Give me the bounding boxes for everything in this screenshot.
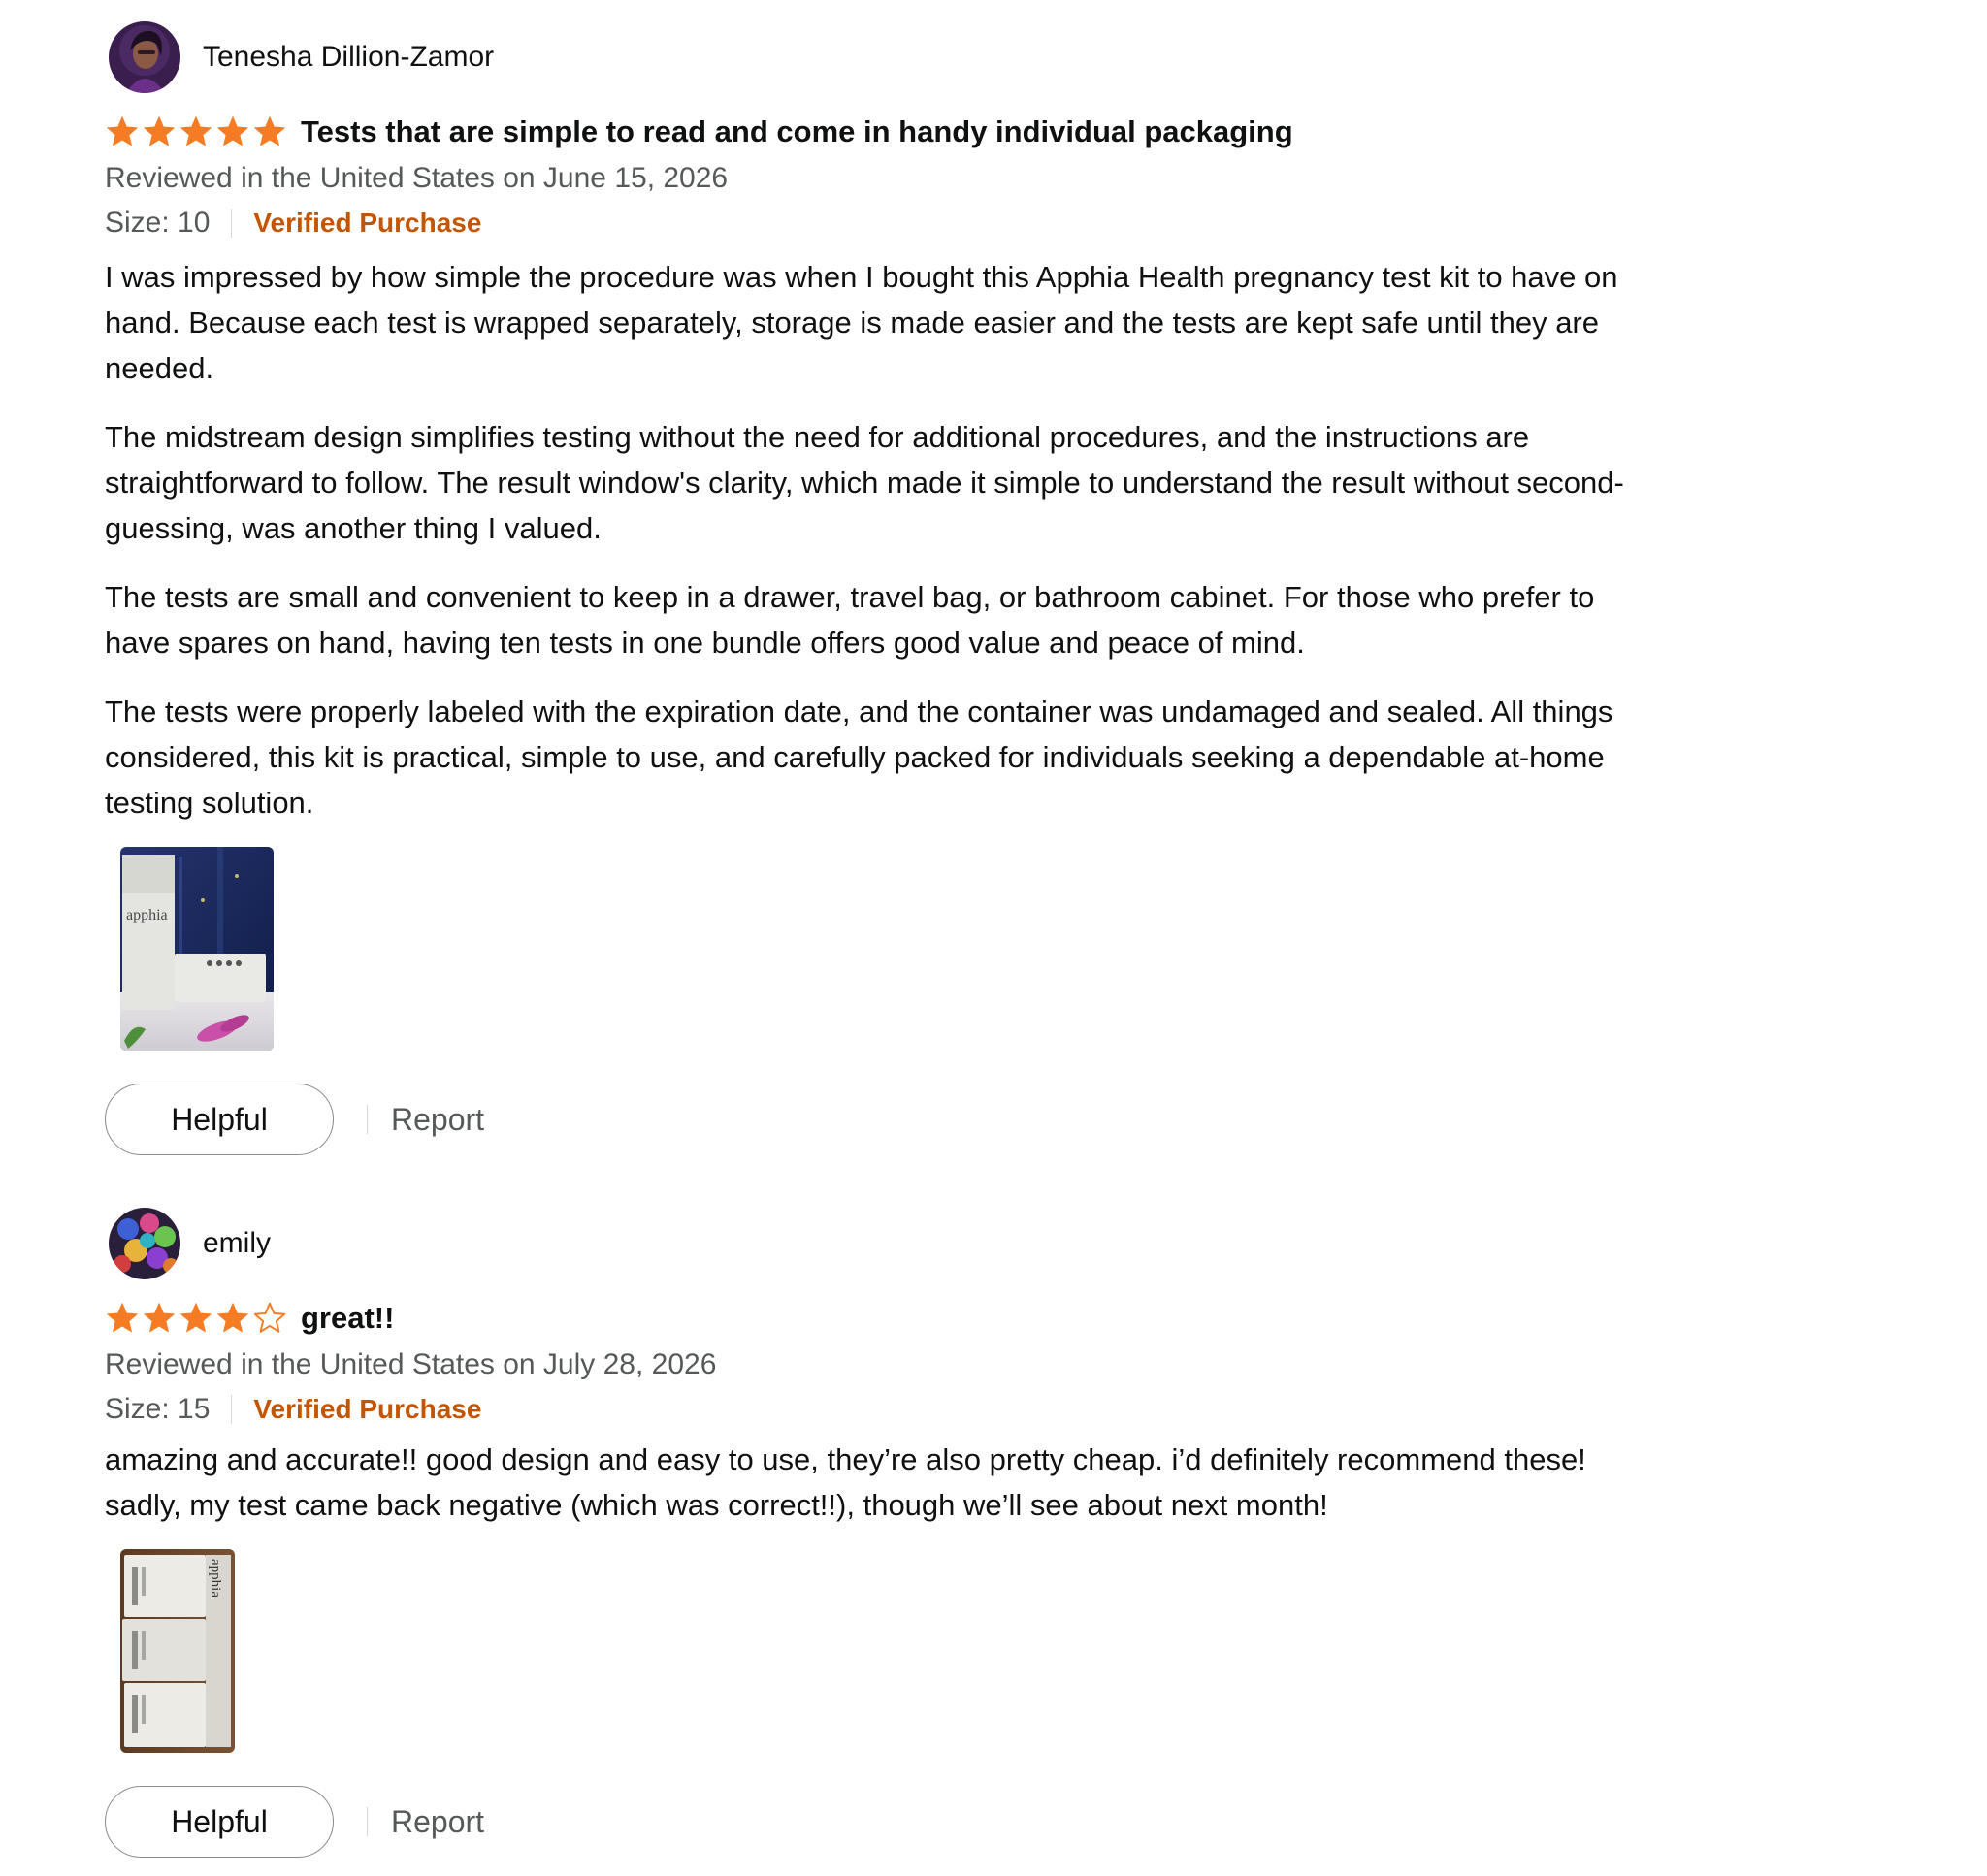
reviewer-profile[interactable]: Tenesha Dillion-Zamor [105,19,1696,95]
review-body-paragraph: I was impressed by how simple the proced… [105,260,1618,385]
reviewer-name[interactable]: emily [203,1227,271,1260]
report-link[interactable]: Report [391,1804,484,1840]
star-icon [252,114,287,149]
review-actions: Helpful Report [105,1084,1696,1155]
product-box-label: apphia [208,1559,223,1598]
review-title-row: Tests that are simple to read and come i… [105,111,1696,153]
star-icon [179,1301,213,1336]
star-icon [105,1301,140,1336]
helpful-button[interactable]: Helpful [105,1084,334,1155]
reviewer-profile[interactable]: emily [105,1206,1696,1281]
product-box-label: apphia [126,907,168,923]
review-title[interactable]: Tests that are simple to read and come i… [301,114,1293,149]
star-rating[interactable] [105,1301,287,1336]
size-label[interactable]: Size: 10 [105,207,210,240]
review-body-paragraph: The midstream design simplifies testing … [105,420,1624,545]
review-card: Tenesha Dillion-Zamor Tests that are sim… [105,19,1696,1155]
star-icon [142,114,177,149]
divider [367,1105,368,1134]
star-outline-icon [252,1301,287,1336]
review-actions: Helpful Report [105,1786,1696,1858]
helpful-button[interactable]: Helpful [105,1786,334,1858]
divider [367,1807,368,1836]
review-card: emily great!! Reviewed in the United Sta… [105,1206,1696,1858]
reviewer-name[interactable]: Tenesha Dillion-Zamor [203,41,494,74]
review-image-thumbnail[interactable]: apphia [120,847,274,1051]
star-icon [215,1301,250,1336]
star-icon [215,114,250,149]
verified-purchase-badge: Verified Purchase [253,208,482,238]
star-icon [142,1301,177,1336]
review-body-paragraph: The tests were properly labeled with the… [105,695,1613,820]
review-title-row: great!! [105,1297,1696,1340]
review-body-paragraph: The tests are small and convenient to ke… [105,580,1595,660]
review-meta: Size: 10 Verified Purchase [105,204,1696,243]
reviewer-avatar[interactable] [109,1208,180,1279]
star-icon [179,114,213,149]
star-icon [105,114,140,149]
divider [231,209,233,238]
size-label[interactable]: Size: 15 [105,1393,210,1426]
report-link[interactable]: Report [391,1102,484,1138]
verified-purchase-badge: Verified Purchase [253,1394,482,1424]
review-title[interactable]: great!! [301,1301,394,1336]
review-image-thumbnail[interactable]: apphia [120,1549,235,1753]
review-date: Reviewed in the United States on July 28… [105,1348,717,1380]
review-date: Reviewed in the United States on June 15… [105,162,729,194]
star-rating[interactable] [105,114,287,149]
review-meta: Size: 15 Verified Purchase [105,1390,1696,1429]
divider [231,1395,233,1424]
review-body-paragraph: amazing and accurate!! good design and e… [105,1442,1586,1522]
reviewer-avatar[interactable] [109,21,180,93]
